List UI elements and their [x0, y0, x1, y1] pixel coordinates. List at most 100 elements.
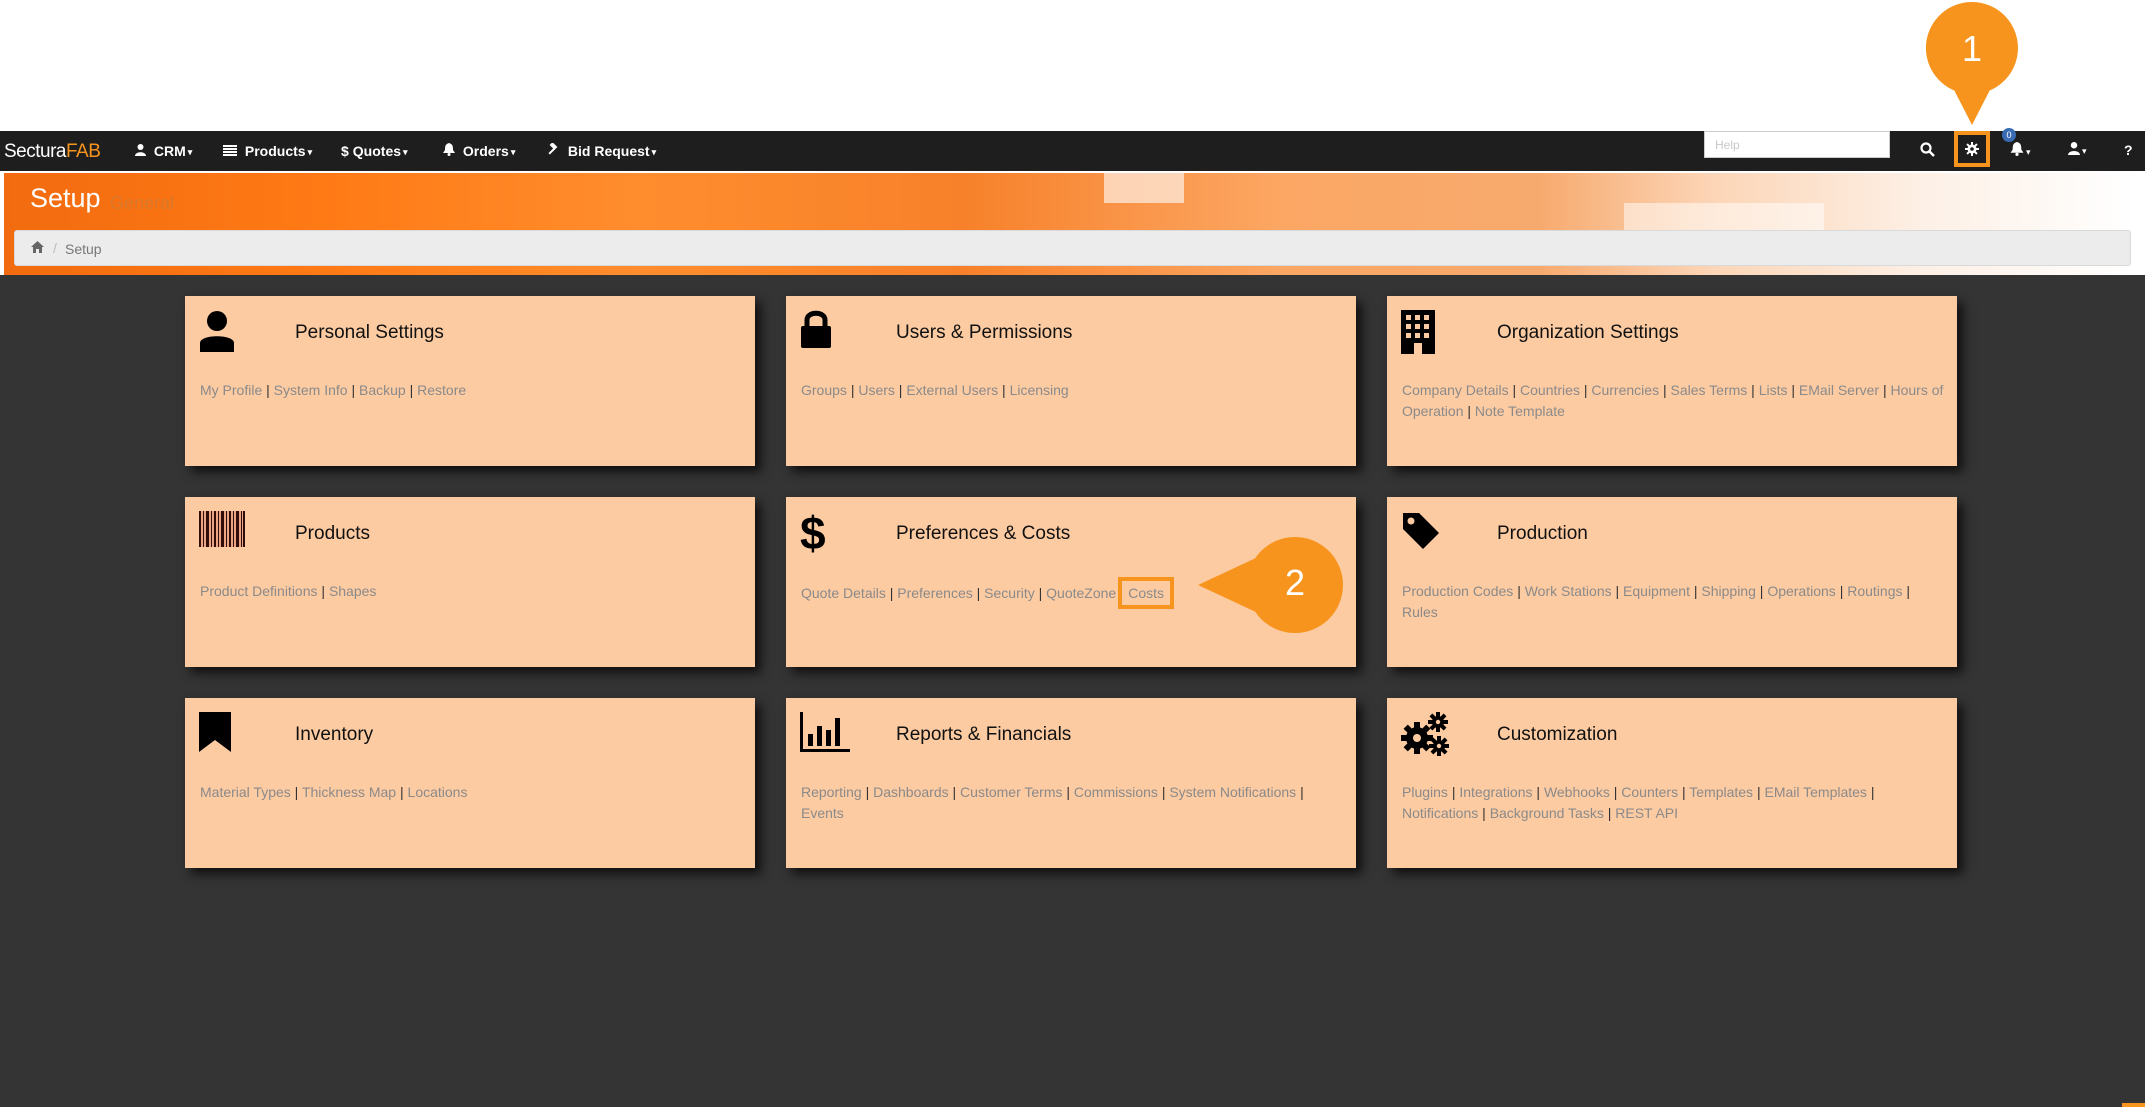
brand-logo[interactable]: SecturaFAB: [4, 141, 101, 163]
card-links: Groups | Users | External Users | Licens…: [801, 382, 1069, 398]
card-title: Organization Settings: [1497, 322, 1679, 343]
caret-down-icon: ▾: [2082, 145, 2087, 156]
caret-down-icon: ▾: [403, 146, 408, 157]
card-reports-financials: Reports & Financials Reporting | Dashboa…: [786, 698, 1356, 868]
corner-accent: [2122, 1103, 2145, 1107]
link-product-definitions[interactable]: Product Definitions: [200, 583, 318, 599]
user-menu-icon[interactable]: ▾: [2068, 142, 2087, 159]
link-external-users[interactable]: External Users: [906, 382, 998, 398]
brand-part1: Sectura: [4, 141, 66, 162]
breadcrumb: / Setup: [14, 230, 2131, 266]
card-links: Company Details | Countries | Currencies…: [1402, 382, 1944, 419]
dollar-icon: $: [800, 507, 826, 559]
link-note-template[interactable]: Note Template: [1475, 403, 1565, 419]
link-company-details[interactable]: Company Details: [1402, 382, 1509, 398]
link-system-info[interactable]: System Info: [274, 382, 348, 398]
link-restore[interactable]: Restore: [417, 382, 466, 398]
link-notifications[interactable]: Notifications: [1402, 805, 1478, 821]
card-title: Production: [1497, 523, 1588, 544]
link-rules[interactable]: Rules: [1402, 604, 1438, 620]
link-dashboards[interactable]: Dashboards: [873, 784, 949, 800]
card-products: Products Product Definitions | Shapes: [185, 497, 755, 667]
link-background-tasks[interactable]: Background Tasks: [1490, 805, 1604, 821]
link-production-codes[interactable]: Production Codes: [1402, 583, 1513, 599]
link-groups[interactable]: Groups: [801, 382, 847, 398]
nav-bid-request[interactable]: Bid Request ▾: [547, 142, 656, 159]
link-email-templates[interactable]: EMail Templates: [1764, 784, 1866, 800]
nav-orders-label: Orders: [462, 143, 509, 159]
card-title: Personal Settings: [295, 322, 444, 343]
card-inventory: Inventory Material Types | Thickness Map…: [185, 698, 755, 868]
help-search-input[interactable]: [1704, 131, 1890, 158]
nav-products[interactable]: Products ▾: [223, 143, 312, 159]
user-icon: [199, 310, 247, 354]
link-sales-terms[interactable]: Sales Terms: [1671, 382, 1748, 398]
link-backup[interactable]: Backup: [359, 382, 406, 398]
help-question-icon[interactable]: ?: [2124, 142, 2133, 158]
card-links: My Profile | System Info | Backup | Rest…: [200, 382, 467, 398]
link-currencies[interactable]: Currencies: [1591, 382, 1659, 398]
link-shapes[interactable]: Shapes: [329, 583, 376, 599]
brand-part2: FAB: [65, 141, 101, 162]
link-customer-terms[interactable]: Customer Terms: [960, 784, 1062, 800]
link-commissions[interactable]: Commissions: [1074, 784, 1158, 800]
link-routings[interactable]: Routings: [1847, 583, 1902, 599]
card-links: Material Types | Thickness Map | Locatio…: [200, 784, 468, 800]
caret-down-icon: ▾: [2026, 146, 2031, 157]
link-operations[interactable]: Operations: [1767, 583, 1835, 599]
nav-products-label: Products: [244, 143, 306, 159]
search-icon[interactable]: [1920, 142, 1935, 161]
link-quote-details[interactable]: Quote Details: [801, 585, 886, 601]
gavel-icon: [547, 142, 564, 159]
link-countries[interactable]: Countries: [1520, 382, 1580, 398]
card-title: Users & Permissions: [896, 322, 1073, 343]
page-header-banner: Setup General / Setup: [4, 173, 2137, 275]
cogs-icon: [1401, 712, 1449, 756]
costs-highlight-box: Costs: [1118, 577, 1175, 609]
link-thickness-map[interactable]: Thickness Map: [302, 784, 396, 800]
link-licensing[interactable]: Licensing: [1010, 382, 1069, 398]
breadcrumb-current: Setup: [65, 241, 102, 257]
nav-crm-label: CRM: [153, 143, 186, 159]
link-shipping[interactable]: Shipping: [1701, 583, 1756, 599]
link-plugins[interactable]: Plugins: [1402, 784, 1448, 800]
card-title: Inventory: [295, 724, 374, 745]
link-counters[interactable]: Counters: [1621, 784, 1678, 800]
link-lists[interactable]: Lists: [1759, 382, 1788, 398]
link-templates[interactable]: Templates: [1689, 784, 1753, 800]
card-title: Reports & Financials: [896, 724, 1072, 745]
notifications-bell-icon[interactable]: ▾: [2010, 142, 2031, 160]
card-links: Production Codes | Work Stations | Equip…: [1402, 583, 1911, 620]
bookmark-icon: [199, 712, 247, 756]
link-costs[interactable]: Costs: [1128, 585, 1164, 601]
link-preferences[interactable]: Preferences: [897, 585, 972, 601]
link-security[interactable]: Security: [984, 585, 1035, 601]
nav-orders[interactable]: Orders ▾: [443, 143, 515, 159]
user-icon: [135, 143, 150, 159]
callout-number-2: 2: [1284, 562, 1306, 603]
link-reporting[interactable]: Reporting: [801, 784, 862, 800]
link-equipment[interactable]: Equipment: [1623, 583, 1690, 599]
caret-down-icon: ▾: [187, 146, 193, 157]
nav-crm[interactable]: CRM ▾: [135, 143, 192, 159]
nav-quotes-label: Quotes: [352, 143, 402, 159]
card-customization: Customization Plugins | Integrations | W…: [1387, 698, 1957, 868]
link-quotezone[interactable]: QuoteZone: [1046, 585, 1116, 601]
link-rest-api[interactable]: REST API: [1615, 805, 1678, 821]
banner-highlight: [1104, 173, 1184, 203]
link-users[interactable]: Users: [858, 382, 895, 398]
link-my-profile[interactable]: My Profile: [200, 382, 262, 398]
link-system-notifications[interactable]: System Notifications: [1169, 784, 1296, 800]
link-work-stations[interactable]: Work Stations: [1525, 583, 1612, 599]
link-material-types[interactable]: Material Types: [200, 784, 291, 800]
card-links: Product Definitions | Shapes: [200, 583, 377, 599]
link-integrations[interactable]: Integrations: [1459, 784, 1532, 800]
lock-icon: [800, 310, 848, 354]
page-title: Setup: [30, 183, 101, 213]
link-email-server[interactable]: EMail Server: [1799, 382, 1879, 398]
link-events[interactable]: Events: [801, 805, 844, 821]
link-locations[interactable]: Locations: [408, 784, 468, 800]
link-webhooks[interactable]: Webhooks: [1544, 784, 1610, 800]
nav-quotes[interactable]: $ Quotes ▾: [341, 143, 408, 159]
home-icon[interactable]: [31, 241, 44, 256]
